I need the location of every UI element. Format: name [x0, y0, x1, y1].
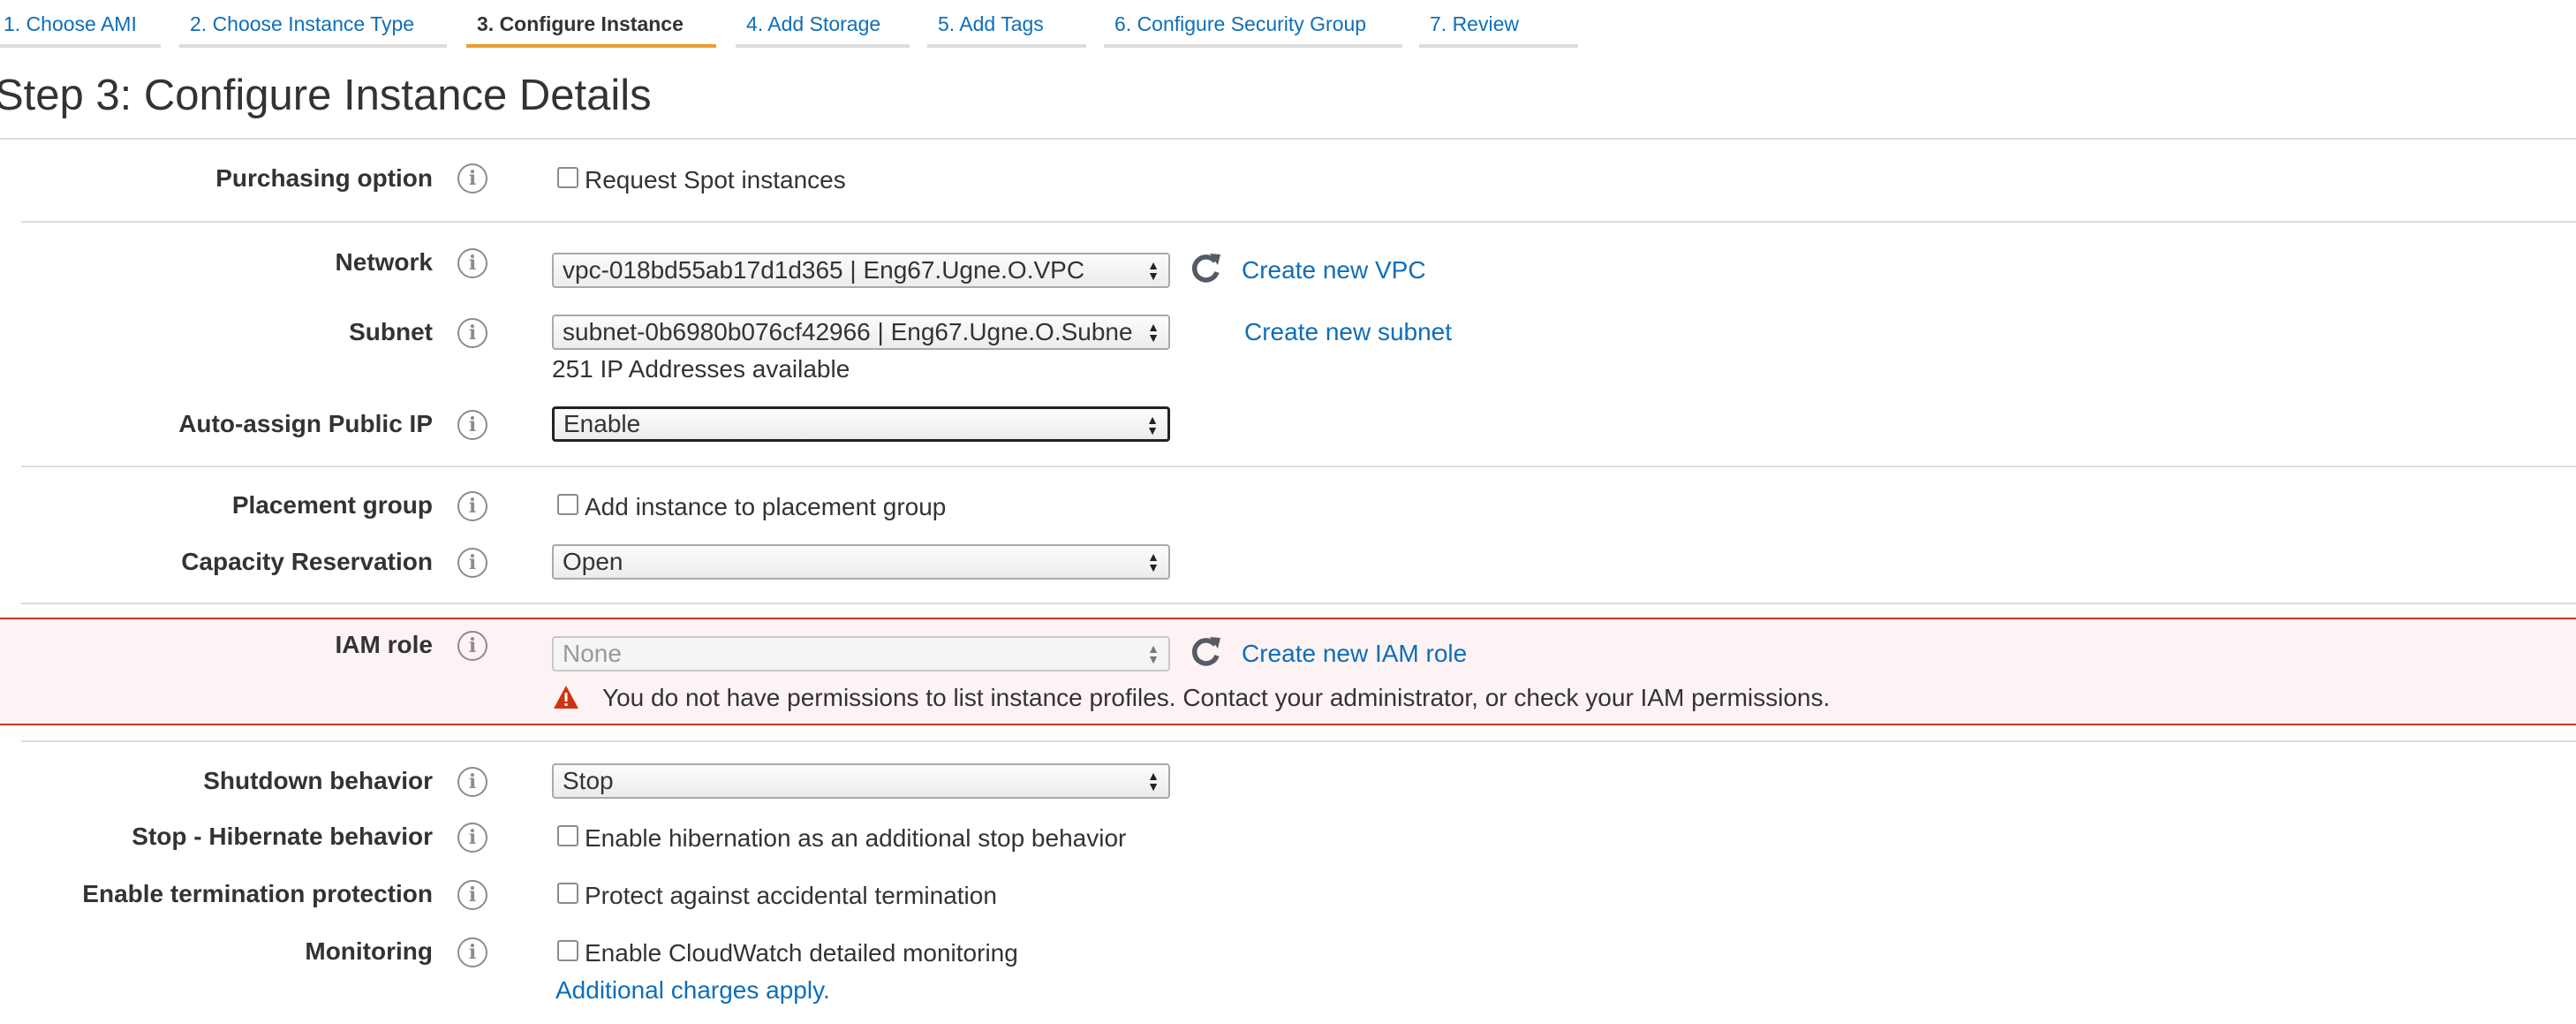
monitoring-checkbox[interactable] — [557, 940, 578, 961]
info-icon[interactable]: i — [457, 823, 487, 853]
hibernate-behavior-label: Stop - Hibernate behavior — [132, 823, 433, 850]
capacity-reservation-select[interactable]: Open ▲ ▼ — [552, 544, 1170, 580]
placement-group-checkbox-label: Add instance to placement group — [585, 493, 947, 520]
auto-assign-public-ip-select[interactable]: Enable ▲ ▼ — [552, 406, 1170, 442]
termination-protection-label: Enable termination protection — [82, 880, 433, 907]
divider — [21, 221, 2576, 223]
info-icon[interactable]: i — [457, 767, 487, 797]
divider — [21, 740, 2576, 742]
info-icon[interactable]: i — [457, 548, 487, 578]
shutdown-behavior-label: Shutdown behavior — [203, 767, 433, 794]
refresh-icon[interactable] — [1188, 634, 1223, 670]
info-icon[interactable]: i — [457, 880, 487, 910]
placement-group-checkbox[interactable] — [557, 494, 578, 515]
request-spot-checkbox[interactable] — [557, 167, 578, 188]
iam-role-error-message: You do not have permissions to list inst… — [602, 684, 1831, 711]
info-icon[interactable]: i — [457, 631, 487, 661]
termination-protection-checkbox[interactable] — [557, 883, 578, 904]
purchasing-option-label: Purchasing option — [215, 164, 433, 192]
tab-review[interactable]: 7. Review — [1419, 0, 1578, 48]
divider — [0, 138, 2576, 140]
warning-icon — [554, 686, 578, 709]
tab-choose-ami[interactable]: 1. Choose AMI — [0, 0, 161, 48]
iam-role-label: IAM role — [335, 631, 433, 658]
tab-add-tags[interactable]: 5. Add Tags — [927, 0, 1086, 48]
info-icon[interactable]: i — [457, 937, 487, 967]
tab-configure-security-group[interactable]: 6. Configure Security Group — [1104, 0, 1402, 48]
subnet-select-value: subnet-0b6980b076cf42966 | Eng67.Ugne.O.… — [563, 318, 1133, 345]
tab-add-storage[interactable]: 4. Add Storage — [736, 0, 910, 48]
subnet-label: Subnet — [349, 318, 433, 345]
subnet-available-ips: 251 IP Addresses available — [552, 355, 850, 383]
select-arrows-icon: ▲ ▼ — [1147, 641, 1160, 666]
create-new-iam-role-link[interactable]: Create new IAM role — [1242, 639, 1467, 669]
iam-role-select[interactable]: None ▲ ▼ — [552, 636, 1170, 671]
hibernate-checkbox-label: Enable hibernation as an additional stop… — [585, 824, 1127, 852]
configure-instance-page: 1. Choose AMI 2. Choose Instance Type 3.… — [0, 0, 2576, 1024]
auto-assign-public-ip-label: Auto-assign Public IP — [178, 410, 433, 437]
shutdown-behavior-select[interactable]: Stop ▲ ▼ — [552, 763, 1170, 799]
divider — [21, 603, 2576, 604]
info-icon[interactable]: i — [457, 248, 487, 278]
info-icon[interactable]: i — [457, 163, 487, 193]
select-arrows-icon: ▲ ▼ — [1147, 258, 1160, 283]
additional-charges-link[interactable]: Additional charges apply. — [555, 975, 830, 1005]
select-arrows-icon: ▲ ▼ — [1146, 413, 1159, 437]
info-icon[interactable]: i — [457, 491, 487, 521]
info-icon[interactable]: i — [457, 318, 487, 348]
iam-role-value: None — [563, 640, 622, 667]
capacity-reservation-value: Open — [563, 548, 623, 575]
monitoring-label: Monitoring — [305, 937, 433, 965]
select-arrows-icon: ▲ ▼ — [1147, 320, 1160, 345]
hibernate-checkbox[interactable] — [557, 825, 578, 846]
subnet-select[interactable]: subnet-0b6980b076cf42966 | Eng67.Ugne.O.… — [552, 315, 1170, 350]
wizard-steps: 1. Choose AMI 2. Choose Instance Type 3.… — [0, 0, 2576, 51]
refresh-icon[interactable] — [1188, 251, 1223, 286]
divider — [21, 466, 2576, 467]
tab-configure-instance[interactable]: 3. Configure Instance — [466, 0, 716, 48]
placement-group-label: Placement group — [231, 491, 433, 519]
select-arrows-icon: ▲ ▼ — [1147, 550, 1160, 574]
info-icon[interactable]: i — [457, 410, 487, 440]
monitoring-checkbox-label: Enable CloudWatch detailed monitoring — [585, 939, 1018, 967]
create-new-vpc-link[interactable]: Create new VPC — [1242, 255, 1426, 285]
auto-assign-public-ip-value: Enable — [563, 410, 641, 437]
network-select-value: vpc-018bd55ab17d1d365 | Eng67.Ugne.O.VPC — [563, 256, 1085, 284]
network-label: Network — [335, 248, 433, 276]
page-title: Step 3: Configure Instance Details — [0, 72, 652, 119]
shutdown-behavior-value: Stop — [563, 767, 614, 794]
create-new-subnet-link[interactable]: Create new subnet — [1244, 317, 1452, 347]
network-select[interactable]: vpc-018bd55ab17d1d365 | Eng67.Ugne.O.VPC… — [552, 253, 1170, 288]
request-spot-label: Request Spot instances — [585, 166, 846, 193]
capacity-reservation-label: Capacity Reservation — [181, 548, 433, 575]
select-arrows-icon: ▲ ▼ — [1147, 769, 1160, 793]
tab-choose-instance-type[interactable]: 2. Choose Instance Type — [179, 0, 447, 48]
termination-protection-checkbox-label: Protect against accidental termination — [585, 882, 997, 909]
